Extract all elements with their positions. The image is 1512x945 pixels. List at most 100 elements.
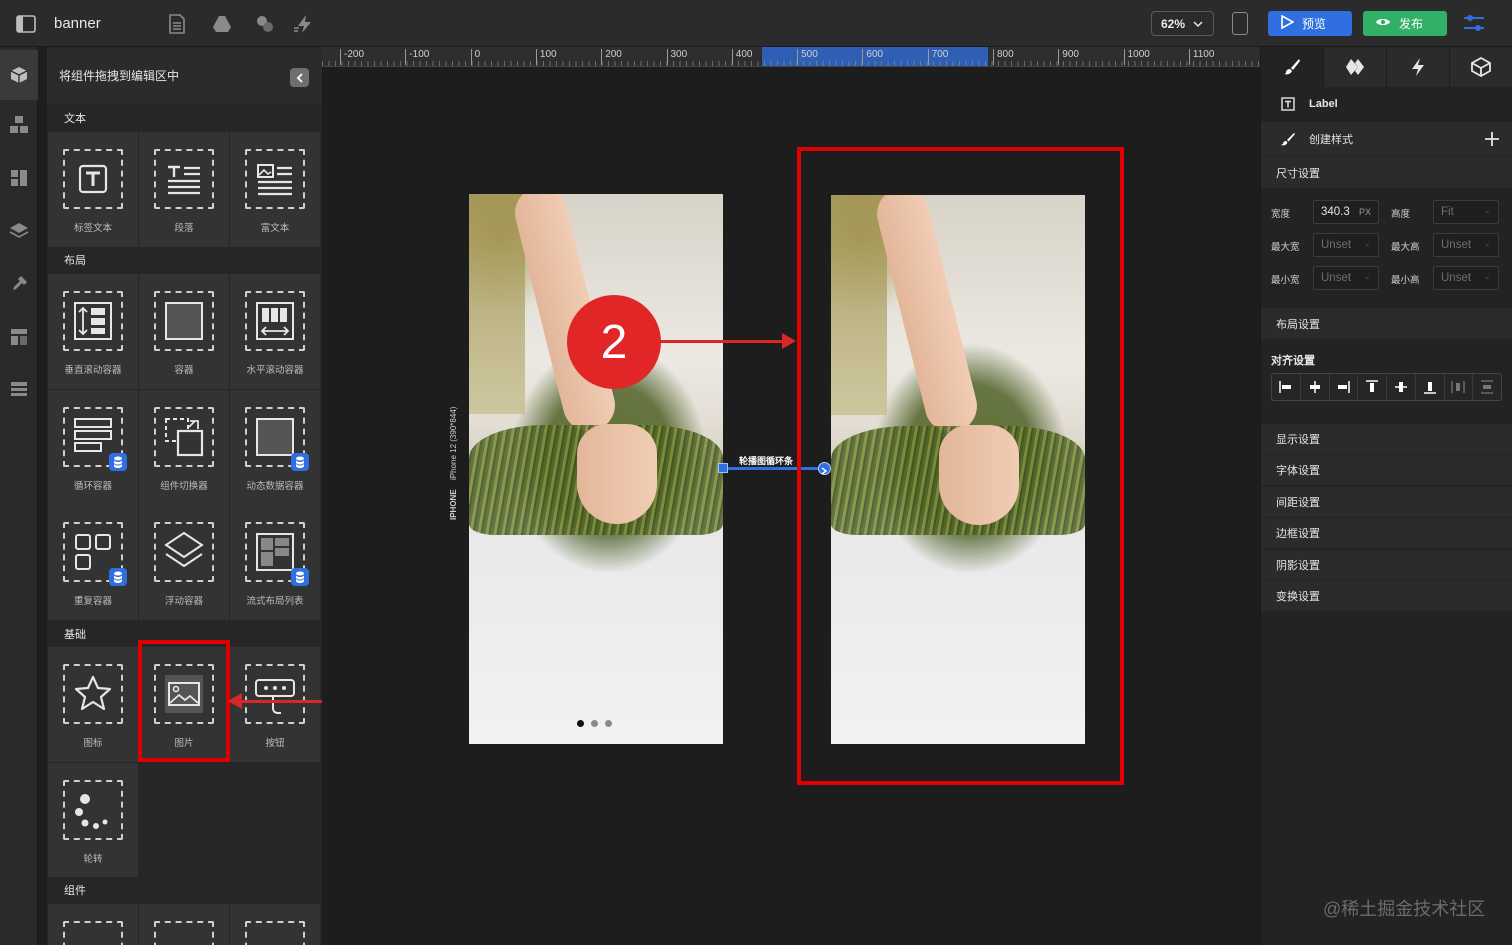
align-bottom-icon[interactable]: [1416, 374, 1445, 400]
component-label: 流式布局列表: [246, 596, 304, 607]
min-height-unit-dash[interactable]: -: [1486, 273, 1489, 284]
tab-style[interactable]: [1261, 47, 1324, 87]
component-repeat-container[interactable]: 重复容器: [48, 505, 138, 620]
min-width-unit-dash[interactable]: -: [1366, 273, 1369, 284]
ruler-tick-label: 400: [731, 49, 752, 65]
distribute-h-icon[interactable]: [1445, 374, 1474, 400]
component-icon[interactable]: 图标: [48, 647, 138, 762]
container-icon: [154, 291, 214, 351]
component-dynamic-data-container[interactable]: 动态数据容器: [230, 390, 320, 505]
device-preview-icon[interactable]: [1232, 12, 1248, 35]
component-label: 循环容器: [73, 481, 112, 492]
component-label: 重复容器: [73, 596, 112, 607]
component-label-text[interactable]: 标签文本: [48, 132, 138, 247]
width-input[interactable]: 340.3 PX: [1313, 200, 1379, 224]
ruler-tick-label: 800: [993, 49, 1014, 65]
component-floating-container[interactable]: 浮动容器: [139, 505, 229, 620]
interactions-icon[interactable]: [292, 12, 316, 36]
ruler-tick-label: 1100: [1188, 49, 1214, 65]
component-button[interactable]: 按钮: [230, 647, 320, 762]
ruler-tick-label: 100: [535, 49, 557, 65]
min-width-value: Unset: [1321, 272, 1352, 284]
tab-data[interactable]: [1450, 47, 1512, 87]
rail-layers-icon[interactable]: [7, 219, 31, 243]
component-container[interactable]: 容器: [139, 274, 229, 389]
section-shadow[interactable]: 阴影设置: [1261, 550, 1512, 580]
min-height-input[interactable]: Unset -: [1433, 266, 1499, 290]
horizontal-ruler: -200 -100 0 100 200 300 400 500 600 700 800 900 1000…: [322, 47, 1260, 67]
section-spacing[interactable]: 间距设置: [1261, 487, 1512, 517]
horizontal-scroll-icon: [245, 291, 305, 351]
section-size[interactable]: 尺寸设置: [1261, 157, 1512, 188]
component-switcher[interactable]: 组件切换器: [139, 390, 229, 505]
min-width-input[interactable]: Unset -: [1313, 266, 1379, 290]
width-unit[interactable]: PX: [1359, 207, 1371, 217]
section-border[interactable]: 边框设置: [1261, 518, 1512, 548]
component-more-2[interactable]: [139, 904, 229, 945]
section-font[interactable]: 字体设置: [1261, 455, 1512, 485]
page-icon[interactable]: [165, 12, 189, 36]
publish-button[interactable]: 发布: [1363, 11, 1447, 36]
section-display[interactable]: 显示设置: [1261, 424, 1512, 454]
sidebar-toggle-icon[interactable]: [14, 12, 38, 36]
component-horizontal-scroll[interactable]: 水平滚动容器: [230, 274, 320, 389]
component-rich-text[interactable]: 富文本: [230, 132, 320, 247]
ruler-tick-label: 1000: [1123, 49, 1150, 65]
assets-icon[interactable]: [253, 12, 277, 36]
component-label: 组件切换器: [160, 481, 208, 492]
carousel-dot[interactable]: [605, 720, 612, 727]
section-layout-settings[interactable]: 布局设置: [1261, 308, 1512, 339]
transform-section-label: 变换设置: [1276, 591, 1320, 603]
max-width-unit-dash[interactable]: -: [1366, 240, 1369, 251]
dynamic-data-container-icon: [245, 407, 309, 471]
component-vertical-scroll[interactable]: 垂直滚动容器: [48, 274, 138, 389]
size-section-label: 尺寸设置: [1276, 167, 1320, 180]
settings-sliders-icon[interactable]: [1462, 12, 1486, 36]
create-style-row[interactable]: 创建样式: [1261, 122, 1512, 156]
distribute-v-icon[interactable]: [1473, 374, 1501, 400]
section-transform[interactable]: 变换设置: [1261, 581, 1512, 611]
component-flow-layout-list[interactable]: 流式布局列表: [230, 505, 320, 620]
max-height-unit-dash[interactable]: -: [1486, 240, 1489, 251]
rail-components-icon[interactable]: [0, 50, 38, 100]
rail-plugins-icon[interactable]: [7, 272, 31, 296]
carousel-pagination[interactable]: [577, 720, 612, 727]
tab-interactions[interactable]: [1387, 47, 1450, 87]
component-more-3[interactable]: [230, 904, 320, 945]
loop-connector-handle[interactable]: [718, 463, 728, 473]
carousel-slide-image[interactable]: [469, 194, 723, 744]
component-paragraph[interactable]: 段落: [139, 132, 229, 247]
component-carousel[interactable]: 轮转: [48, 763, 138, 878]
play-icon: [1280, 14, 1295, 32]
preview-button[interactable]: 预览: [1268, 11, 1352, 36]
max-height-input[interactable]: Unset -: [1433, 233, 1499, 257]
align-top-icon[interactable]: [1358, 374, 1387, 400]
align-right-icon[interactable]: [1330, 374, 1359, 400]
rich-text-icon: [245, 149, 305, 209]
collapse-panel-button[interactable]: [290, 68, 309, 87]
height-input[interactable]: Fit -: [1433, 200, 1499, 224]
align-left-icon[interactable]: [1272, 374, 1301, 400]
chevron-down-icon: [1193, 18, 1203, 32]
zoom-select[interactable]: 62%: [1151, 11, 1214, 36]
inspector-panel: Label 创建样式 尺寸设置 宽度 340.3 PX 高度 Fit - 最大宽…: [1260, 47, 1512, 945]
height-unit-dash[interactable]: -: [1486, 207, 1489, 218]
ruler-tick-label: -200: [340, 49, 364, 65]
component-label: 浮动容器: [164, 596, 203, 607]
align-center-h-icon[interactable]: [1301, 374, 1330, 400]
max-width-input[interactable]: Unset -: [1313, 233, 1379, 257]
carousel-dot[interactable]: [577, 720, 584, 727]
callout-2-arrow: [655, 340, 785, 343]
component-loop-container[interactable]: 循环容器: [48, 390, 138, 505]
switcher-icon: [154, 407, 214, 467]
drive-icon[interactable]: [210, 12, 234, 36]
align-center-v-icon[interactable]: [1387, 374, 1416, 400]
component-more-1[interactable]: [48, 904, 138, 945]
tab-components[interactable]: [1324, 47, 1387, 87]
rail-cubes-icon[interactable]: [7, 113, 31, 137]
rail-widgets-icon[interactable]: [7, 166, 31, 190]
rail-pages-icon[interactable]: [7, 325, 31, 349]
rail-list-icon[interactable]: [7, 377, 31, 401]
min-height-label: 最小高: [1391, 275, 1420, 286]
carousel-dot[interactable]: [591, 720, 598, 727]
